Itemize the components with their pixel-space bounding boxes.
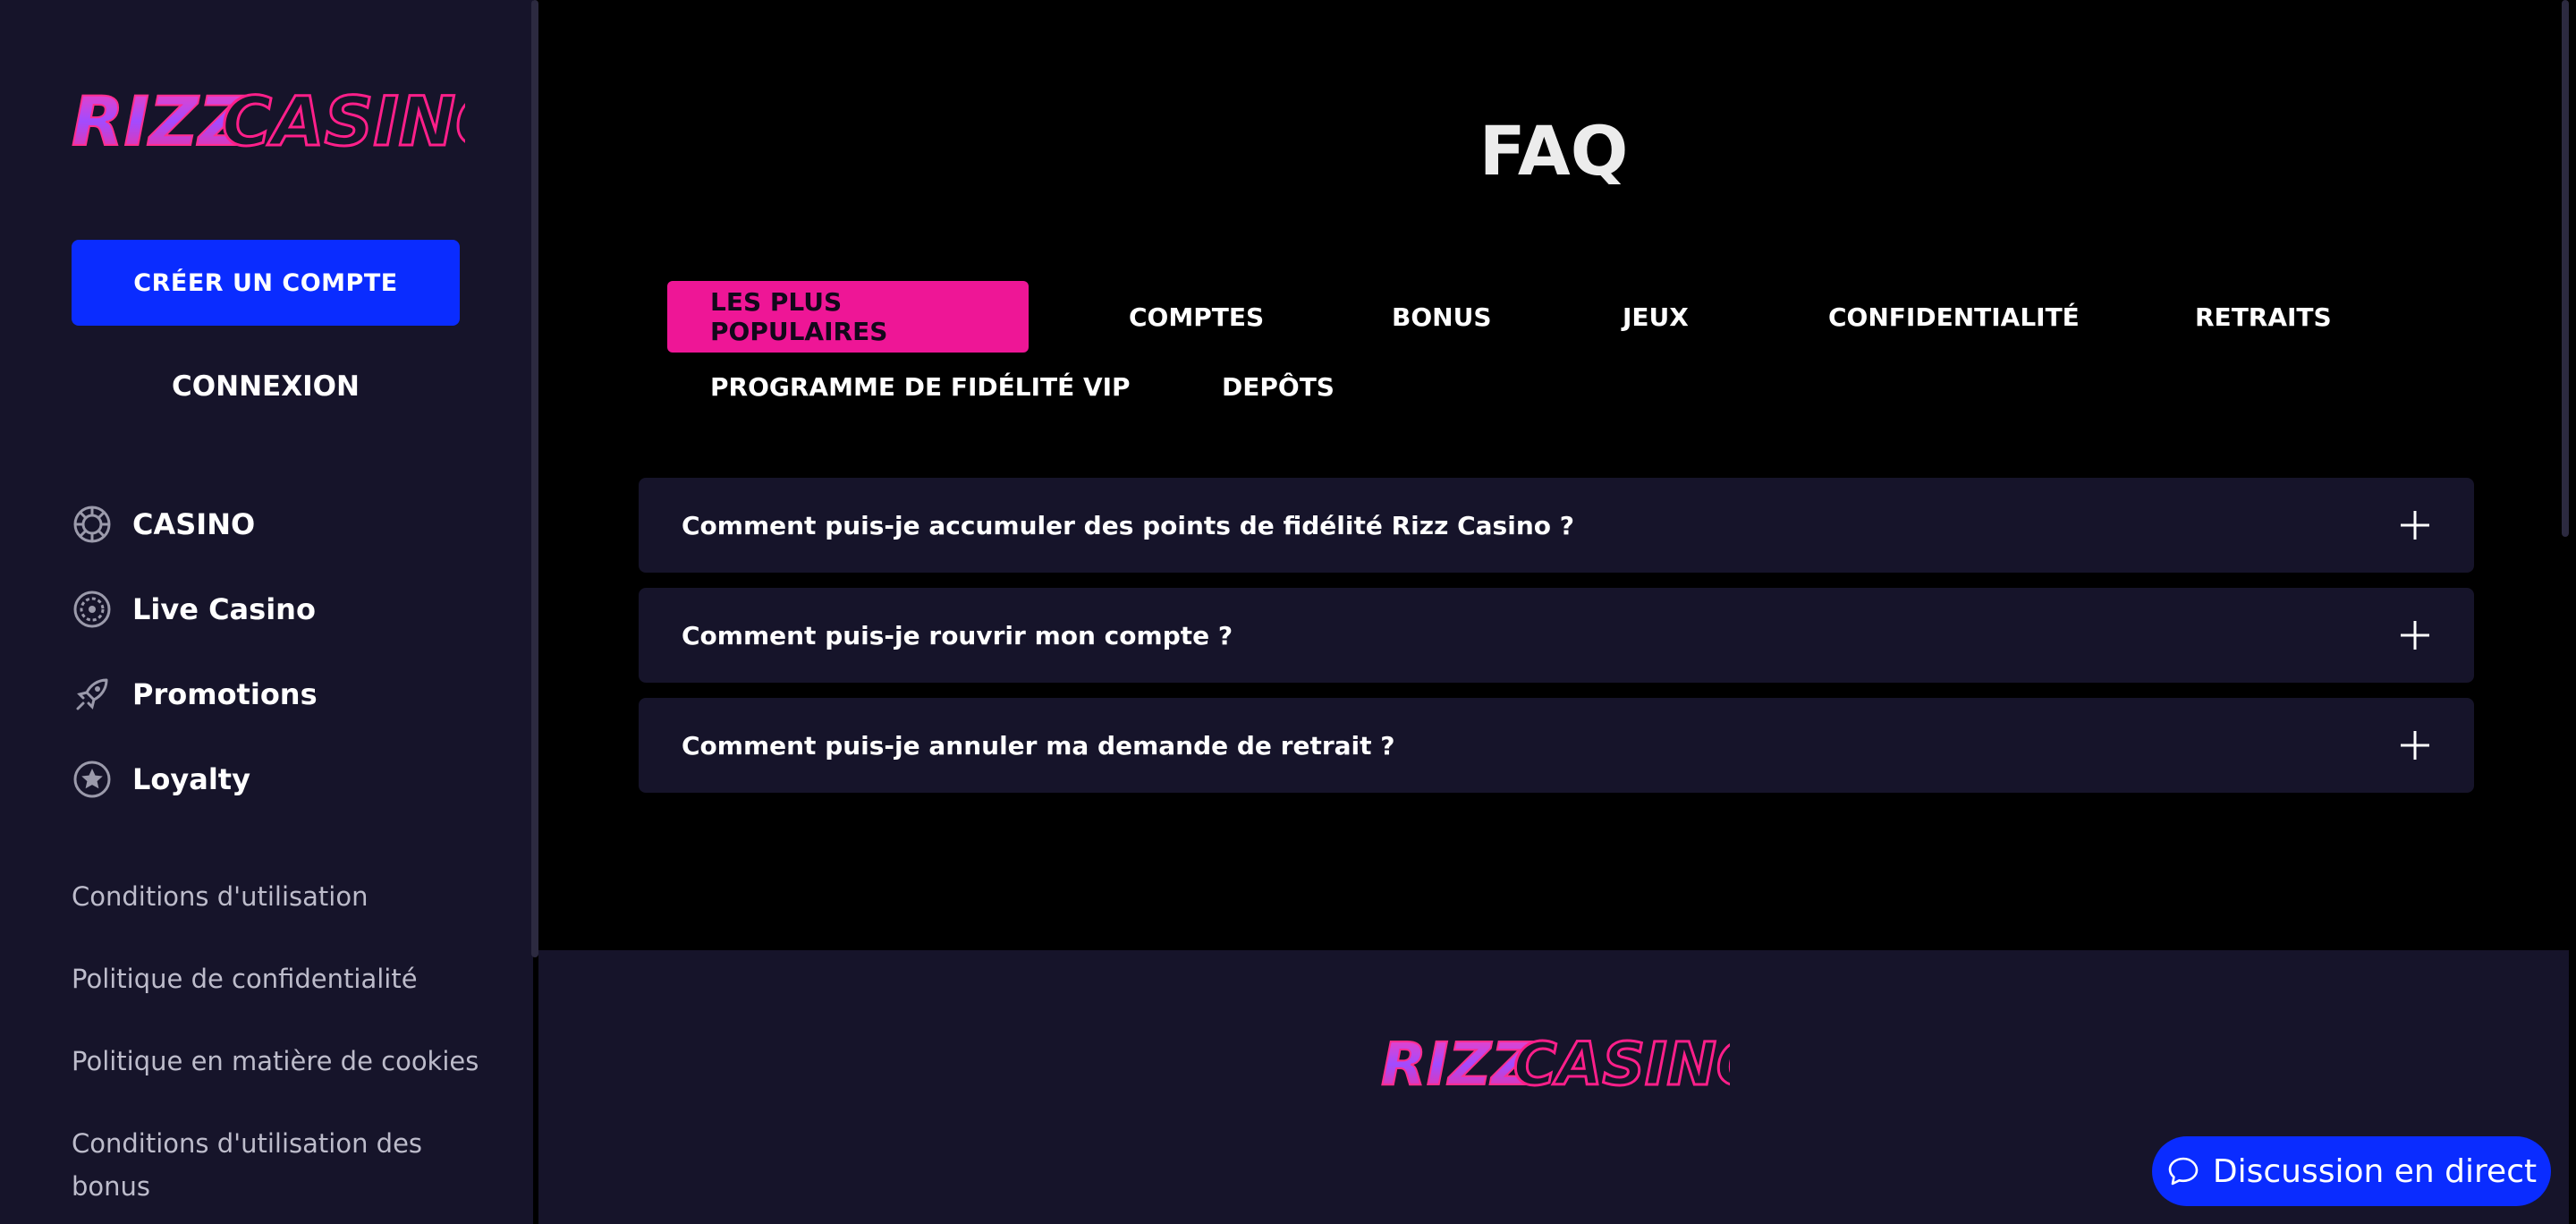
- create-account-button[interactable]: CRÉER UN COMPTE: [72, 240, 460, 326]
- sidebar-scrollbar[interactable]: [531, 0, 538, 957]
- chip-icon: [72, 504, 113, 545]
- tab-deposits[interactable]: DEPÔTS: [1179, 351, 1377, 422]
- live-chat-label: Discussion en direct: [2212, 1152, 2538, 1190]
- chat-bubble-icon: [2168, 1157, 2199, 1186]
- tab-bonus[interactable]: BONUS: [1349, 281, 1534, 353]
- page: RIZZ CASINO CRÉER UN COMPTE CONNEXION CA…: [0, 0, 2576, 1224]
- tab-most-popular[interactable]: LES PLUS POPULAIRES: [667, 281, 1029, 353]
- faq-item[interactable]: Comment puis-je accumuler des points de …: [639, 478, 2474, 573]
- sidebar-item-live-casino[interactable]: Live Casino: [72, 582, 316, 636]
- main-scrollbar[interactable]: [2562, 0, 2569, 537]
- tab-vip-loyalty-program[interactable]: PROGRAMME DE FIDÉLITÉ VIP: [667, 351, 1174, 422]
- live-chat-button[interactable]: Discussion en direct: [2152, 1136, 2551, 1206]
- plus-icon[interactable]: [2397, 617, 2433, 653]
- logo-text-casino: CASINO: [1513, 1033, 1730, 1093]
- tab-accounts[interactable]: COMPTES: [1086, 281, 1307, 353]
- tab-games[interactable]: JEUX: [1580, 281, 1732, 353]
- sidebar-item-casino[interactable]: CASINO: [72, 497, 255, 551]
- sidebar-item-promotions[interactable]: Promotions: [72, 667, 318, 721]
- brand-logo[interactable]: RIZZ CASINO: [72, 86, 465, 154]
- faq-item[interactable]: Comment puis-je rouvrir mon compte ?: [639, 588, 2474, 683]
- link-privacy-policy[interactable]: Politique de confidentialité: [72, 957, 483, 1000]
- rocket-icon: [72, 674, 113, 715]
- sidebar-item-label: Live Casino: [132, 592, 316, 626]
- star-icon: [72, 759, 113, 800]
- sidebar: RIZZ CASINO CRÉER UN COMPTE CONNEXION CA…: [0, 0, 533, 1224]
- plus-icon[interactable]: [2397, 507, 2433, 543]
- sidebar-item-label: CASINO: [132, 507, 256, 541]
- footer-brand-logo[interactable]: RIZZ CASINO: [1381, 1033, 1730, 1093]
- link-cookie-policy[interactable]: Politique en matière de cookies: [72, 1040, 483, 1083]
- faq-question: Comment puis-je accumuler des points de …: [682, 510, 1574, 540]
- faq-question: Comment puis-je annuler ma demande de re…: [682, 730, 1395, 761]
- sidebar-item-label: Loyalty: [132, 762, 250, 796]
- tab-privacy[interactable]: CONFIDENTIALITÉ: [1785, 281, 2123, 353]
- logo-text-rizz: RIZZ: [1381, 1033, 1535, 1093]
- link-bonus-terms[interactable]: Conditions d'utilisation des bonus: [72, 1122, 483, 1208]
- faq-question: Comment puis-je rouvrir mon compte ?: [682, 620, 1233, 650]
- login-button[interactable]: CONNEXION: [72, 358, 460, 415]
- page-title: FAQ: [1479, 111, 1629, 191]
- sidebar-item-loyalty[interactable]: Loyalty: [72, 752, 250, 806]
- plus-icon[interactable]: [2397, 727, 2433, 763]
- link-terms-of-use[interactable]: Conditions d'utilisation: [72, 875, 483, 918]
- tab-withdrawals[interactable]: RETRAITS: [2152, 281, 2375, 353]
- faq-item[interactable]: Comment puis-je annuler ma demande de re…: [639, 698, 2474, 793]
- sidebar-item-label: Promotions: [132, 677, 318, 711]
- roulette-icon: [72, 589, 113, 630]
- logo-text-casino: CASINO: [222, 86, 465, 154]
